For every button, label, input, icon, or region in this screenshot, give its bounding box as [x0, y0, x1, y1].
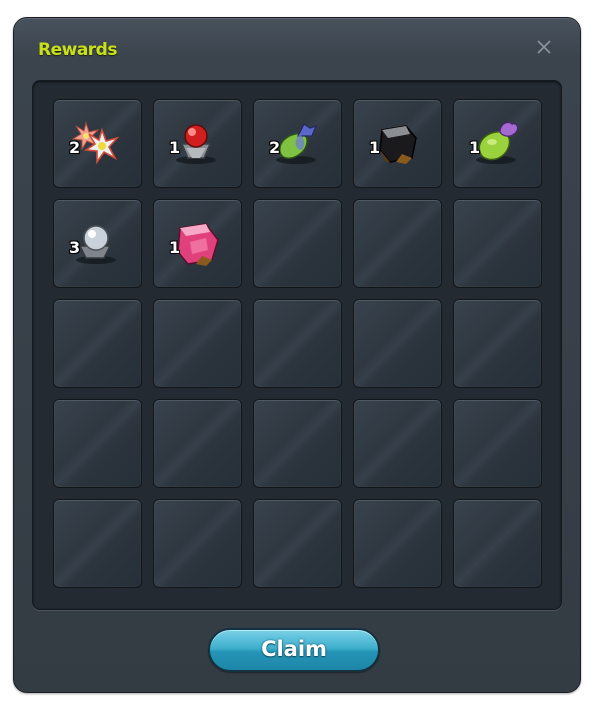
reward-slot-11[interactable]: [53, 299, 142, 388]
reward-slot-1[interactable]: 2: [53, 99, 142, 188]
reward-slot-6[interactable]: 3: [53, 199, 142, 288]
item-count: 2: [69, 138, 81, 157]
item-count: 2: [269, 138, 281, 157]
reward-slot-22[interactable]: [153, 499, 242, 588]
reward-slot-2[interactable]: 1: [153, 99, 242, 188]
window-title: Rewards: [38, 40, 117, 60]
rewards-window: Rewards 2 1 2 1 1 3 1 Claim: [13, 17, 581, 693]
reward-slot-19[interactable]: [353, 399, 442, 488]
reward-slot-14[interactable]: [353, 299, 442, 388]
reward-slot-9[interactable]: [353, 199, 442, 288]
reward-slot-25[interactable]: [453, 499, 542, 588]
reward-slot-20[interactable]: [453, 399, 542, 488]
reward-slot-17[interactable]: [153, 399, 242, 488]
close-x-icon: [537, 40, 551, 54]
reward-slot-18[interactable]: [253, 399, 342, 488]
reward-slot-21[interactable]: [53, 499, 142, 588]
reward-grid: 2 1 2 1 1 3 1: [32, 80, 562, 610]
reward-slot-13[interactable]: [253, 299, 342, 388]
reward-slot-23[interactable]: [253, 499, 342, 588]
reward-slot-15[interactable]: [453, 299, 542, 388]
item-count: 1: [169, 238, 181, 257]
item-count: 3: [69, 238, 81, 257]
close-button[interactable]: [533, 36, 555, 58]
item-count: 1: [169, 138, 181, 157]
item-count: 1: [369, 138, 381, 157]
reward-slot-5[interactable]: 1: [453, 99, 542, 188]
reward-slot-8[interactable]: [253, 199, 342, 288]
item-count: 1: [469, 138, 481, 157]
reward-slot-12[interactable]: [153, 299, 242, 388]
reward-slot-4[interactable]: 1: [353, 99, 442, 188]
reward-slot-7[interactable]: 1: [153, 199, 242, 288]
reward-slot-16[interactable]: [53, 399, 142, 488]
reward-slot-24[interactable]: [353, 499, 442, 588]
reward-slot-3[interactable]: 2: [253, 99, 342, 188]
claim-button[interactable]: Claim: [208, 628, 380, 672]
reward-slot-10[interactable]: [453, 199, 542, 288]
